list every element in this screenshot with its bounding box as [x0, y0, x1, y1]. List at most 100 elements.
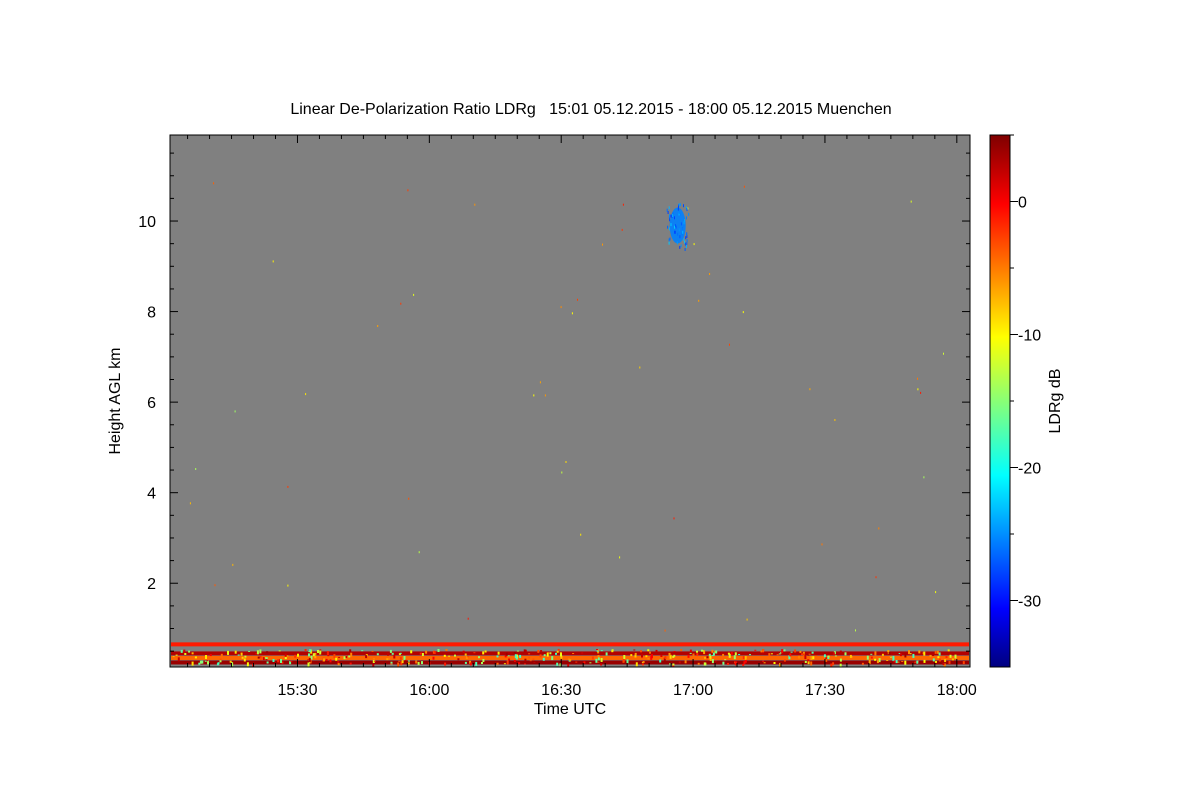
- aerosol-speck: [388, 657, 391, 660]
- aerosol-speck: [348, 655, 351, 658]
- aerosol-speck: [583, 661, 586, 664]
- aerosol-speck: [216, 663, 219, 666]
- aerosol-speck: [832, 662, 835, 666]
- aerosol-speck: [390, 663, 393, 665]
- aerosol-speck: [443, 654, 446, 657]
- noise-speck: [232, 563, 234, 566]
- aerosol-speck: [881, 653, 884, 656]
- aerosol-speck: [642, 661, 645, 663]
- aerosol-speck: [401, 660, 404, 664]
- ice-cloud-speck: [675, 225, 677, 229]
- aerosol-speck: [387, 652, 389, 656]
- aerosol-speck: [672, 663, 675, 666]
- aerosol-speck: [518, 662, 521, 665]
- ice-cloud-speck: [674, 216, 675, 220]
- aerosol-speck: [948, 660, 951, 664]
- aerosol-speck: [801, 653, 804, 656]
- ice-cloud-speck: [685, 216, 687, 220]
- x-tick-label: 16:30: [541, 682, 581, 699]
- colorbar-tick-label: -20: [1018, 461, 1041, 478]
- y-tick-label: 10: [138, 214, 156, 231]
- ice-cloud-speck: [686, 242, 688, 246]
- y-tick-label: 6: [147, 395, 156, 412]
- aerosol-speck: [419, 652, 422, 655]
- aerosol-speck: [708, 653, 711, 656]
- noise-speck: [878, 527, 880, 530]
- aerosol-speck: [408, 660, 410, 662]
- x-tick-label: 17:30: [805, 682, 845, 699]
- aerosol-speck: [220, 653, 223, 658]
- aerosol-speck: [256, 650, 259, 655]
- ice-cloud-speck: [688, 212, 690, 216]
- aerosol-speck: [941, 660, 944, 663]
- aerosol-speck: [464, 653, 467, 656]
- aerosol-speck: [689, 652, 692, 654]
- noise-speck: [693, 243, 695, 246]
- aerosol-speck: [897, 661, 900, 663]
- aerosol-speck: [680, 649, 683, 652]
- aerosol-speck: [733, 655, 736, 660]
- noise-speck: [687, 207, 689, 210]
- aerosol-speck: [668, 652, 671, 656]
- aerosol-speck: [783, 659, 786, 662]
- aerosol-speck: [600, 658, 603, 662]
- aerosol-speck: [557, 648, 560, 651]
- aerosol-speck: [575, 661, 578, 663]
- aerosol-speck: [508, 658, 511, 661]
- aerosol-speck: [444, 662, 447, 666]
- aerosol-speck: [294, 654, 297, 658]
- aerosol-speck: [649, 651, 651, 654]
- aerosol-speck: [559, 652, 562, 654]
- aerosol-speck: [673, 651, 676, 652]
- aerosol-speck: [399, 652, 402, 654]
- noise-speck: [923, 476, 925, 479]
- aerosol-speck: [633, 649, 636, 651]
- noise-speck: [746, 618, 748, 621]
- aerosol-speck: [175, 654, 178, 656]
- aerosol-speck: [284, 657, 287, 660]
- aerosol-speck: [246, 662, 249, 667]
- aerosol-speck: [810, 661, 813, 666]
- aerosol-speck: [808, 653, 811, 655]
- aerosol-speck: [789, 653, 792, 657]
- aerosol-speck: [373, 660, 376, 662]
- aerosol-speck: [712, 652, 715, 656]
- aerosol-speck: [714, 660, 717, 662]
- aerosol-speck: [929, 654, 932, 657]
- aerosol-speck: [825, 658, 828, 662]
- aerosol-speck: [849, 654, 852, 658]
- noise-speck: [539, 381, 541, 384]
- aerosol-speck: [308, 651, 311, 653]
- ice-cloud-speck: [668, 241, 670, 245]
- aerosol-speck: [709, 656, 712, 659]
- aerosol-speck: [794, 649, 797, 653]
- aerosol-speck: [350, 652, 353, 657]
- aerosol-speck: [762, 649, 765, 653]
- ice-cloud-speck: [677, 232, 679, 236]
- noise-speck: [560, 306, 562, 309]
- ice-cloud-speck: [683, 204, 684, 208]
- aerosol-speck: [240, 652, 243, 656]
- aerosol-speck: [259, 658, 262, 661]
- aerosol-speck: [304, 649, 307, 651]
- aerosol-speck: [923, 651, 926, 656]
- aerosol-speck: [935, 660, 937, 663]
- aerosol-speck: [177, 657, 180, 662]
- aerosol-speck: [742, 656, 745, 660]
- aerosol-speck: [899, 653, 902, 657]
- aerosol-speck: [730, 651, 733, 655]
- aerosol-speck: [265, 657, 268, 660]
- aerosol-speck: [234, 650, 237, 654]
- aerosol-speck: [918, 650, 921, 654]
- aerosol-speck: [770, 653, 773, 655]
- aerosol-speck: [191, 661, 194, 666]
- aerosol-speck: [539, 654, 542, 658]
- chart-title: Linear De-Polarization Ratio LDRg 15:01 …: [290, 101, 891, 118]
- aerosol-speck: [172, 656, 175, 658]
- aerosol-speck: [205, 655, 207, 659]
- aerosol-speck: [709, 659, 712, 661]
- aerosol-speck: [365, 655, 368, 659]
- noise-speck: [272, 260, 274, 263]
- aerosol-speck: [945, 656, 948, 658]
- aerosol-speck: [572, 653, 575, 654]
